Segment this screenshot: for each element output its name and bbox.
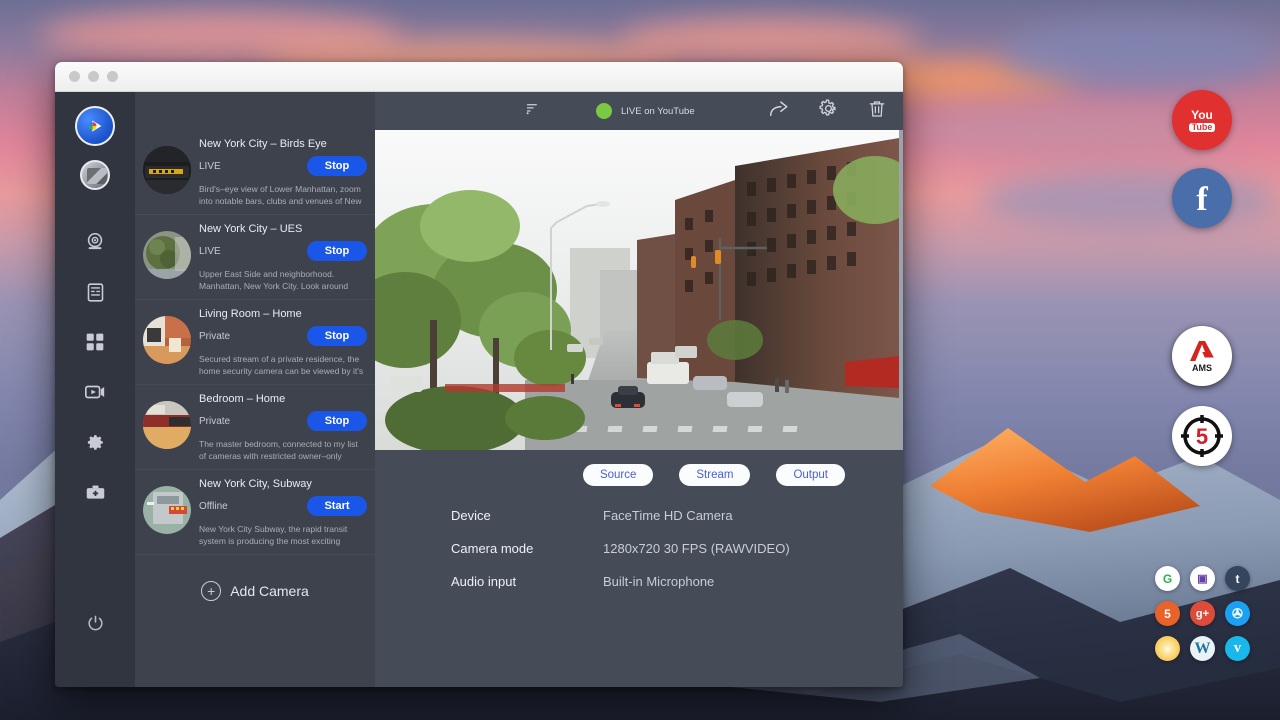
camera-status: Private <box>199 331 230 342</box>
sidebar-rail <box>55 92 135 687</box>
camera-thumbnail <box>143 231 191 279</box>
video-player-icon <box>84 381 106 403</box>
gear-icon[interactable] <box>818 98 839 124</box>
spec-label: Device <box>451 508 603 523</box>
desktop-background: New York City – Birds Eye LIVE Stop Bird… <box>0 0 1280 720</box>
spec-label: Audio input <box>451 574 603 589</box>
camera-list-item[interactable]: Living Room – Home Private Stop Secured … <box>135 300 375 385</box>
sidebar-item-settings[interactable] <box>73 420 117 464</box>
camera-action-button[interactable]: Stop <box>307 326 367 346</box>
sort-filter-icon[interactable] <box>525 101 540 121</box>
camera-action-button[interactable]: Stop <box>307 411 367 431</box>
spec-row-audio-input: Audio input Built-in Microphone <box>451 574 903 589</box>
tumblr-icon[interactable]: t <box>1225 566 1250 591</box>
live-status-chip: LIVE on YouTube <box>596 103 695 119</box>
camera-description: New York City Subway, the rapid transit … <box>199 523 367 548</box>
camera-status: Private <box>199 416 230 427</box>
camera-title: Bedroom – Home <box>199 393 367 405</box>
tab-stream[interactable]: Stream <box>679 464 750 486</box>
avatar-icon[interactable] <box>80 160 110 190</box>
sidebar-item-cameras[interactable] <box>73 220 117 264</box>
spec-label: Camera mode <box>451 541 603 556</box>
mini-icon-grid: G ▣ t 5 g+ ✇ ● W v <box>1155 566 1263 666</box>
adobe-ams-launcher[interactable]: AMS <box>1172 326 1232 386</box>
twitch-icon[interactable]: ▣ <box>1190 566 1215 591</box>
sidebar-item-streams[interactable] <box>73 370 117 414</box>
spec-row-camera-mode: Camera mode 1280x720 30 FPS (RAWVIDEO) <box>451 541 903 556</box>
wordpress-icon[interactable]: W <box>1190 636 1215 661</box>
grid-icon <box>85 332 105 352</box>
camera-status: LIVE <box>199 161 221 172</box>
camera-list-item[interactable]: New York City – Birds Eye LIVE Stop Bird… <box>135 130 375 215</box>
vimeo-icon[interactable]: v <box>1225 636 1250 661</box>
live-status-label: LIVE on YouTube <box>621 106 695 117</box>
plus-circle-icon: + <box>201 581 221 601</box>
youtube-service-icon[interactable]: You Tube <box>1172 90 1232 150</box>
camera-title: New York City, Subway <box>199 478 367 490</box>
camera-thumbnail <box>143 316 191 364</box>
camera-thumbnail <box>143 401 191 449</box>
camera-action-button[interactable]: Stop <box>307 241 367 261</box>
tab-output[interactable]: Output <box>776 464 845 486</box>
sidebar-item-power[interactable] <box>73 601 117 645</box>
live-indicator-dot <box>596 103 612 119</box>
camera-title: New York City – Birds Eye <box>199 138 367 150</box>
sidebar-item-logs[interactable] <box>73 270 117 314</box>
flare-icon[interactable]: ● <box>1155 636 1180 661</box>
facebook-service-icon[interactable]: f <box>1172 168 1232 228</box>
window-close-button[interactable] <box>69 71 80 82</box>
camera-status: LIVE <box>199 246 221 257</box>
settings-tabs: Source Stream Output <box>375 450 903 486</box>
spec-row-device: Device FaceTime HD Camera <box>451 508 903 523</box>
twitter-icon[interactable]: ✇ <box>1225 601 1250 626</box>
first-aid-kit-icon <box>85 482 106 503</box>
camera-action-button[interactable]: Stop <box>307 156 367 176</box>
camera-list-item[interactable]: New York City, Subway Offline Start New … <box>135 470 375 555</box>
spec-value[interactable]: 1280x720 30 FPS (RAWVIDEO) <box>603 541 790 556</box>
sidebar-item-dashboard[interactable] <box>73 320 117 364</box>
gear-icon <box>85 432 106 453</box>
google-plus-icon[interactable]: g+ <box>1190 601 1215 626</box>
trash-icon[interactable] <box>867 98 887 124</box>
html5-icon[interactable]: 5 <box>1155 601 1180 626</box>
camera-thumbnail <box>143 486 191 534</box>
camera-description: Secured stream of a private residence, t… <box>199 353 367 378</box>
add-camera-button[interactable]: + Add Camera <box>135 581 375 601</box>
window-minimize-button[interactable] <box>88 71 99 82</box>
camera-description: Bird's–eye view of Lower Manhattan, zoom… <box>199 183 367 208</box>
camera-description: The master bedroom, connected to my list… <box>199 438 367 463</box>
tab-source[interactable]: Source <box>583 464 653 486</box>
camera-title: Living Room – Home <box>199 308 367 320</box>
camera-title: New York City – UES <box>199 223 367 235</box>
adobe-logo-icon <box>1189 340 1215 362</box>
window-titlebar <box>55 62 903 92</box>
camera-description: Upper East Side and neighborhood. Manhat… <box>199 268 367 293</box>
target-five-label: 5 <box>1196 424 1208 449</box>
main-toolbar: LIVE on YouTube <box>375 92 903 130</box>
camera-list-item[interactable]: New York City – UES LIVE Stop Upper East… <box>135 215 375 300</box>
video-preview[interactable] <box>375 130 903 450</box>
camera-action-button[interactable]: Start <box>307 496 367 516</box>
app-logo-icon[interactable] <box>75 106 115 146</box>
share-arrow-icon[interactable] <box>768 98 790 125</box>
target-five-icon[interactable]: 5 <box>1172 406 1232 466</box>
spec-value[interactable]: Built-in Microphone <box>603 574 714 589</box>
main-panel: LIVE on YouTube <box>375 92 903 687</box>
source-details: Device FaceTime HD Camera Camera mode 12… <box>375 486 903 607</box>
window-maximize-button[interactable] <box>107 71 118 82</box>
webcam-icon <box>84 231 106 253</box>
camera-thumbnail <box>143 146 191 194</box>
spec-value[interactable]: FaceTime HD Camera <box>603 508 733 523</box>
add-camera-label: Add Camera <box>230 583 309 599</box>
camera-list: New York City – Birds Eye LIVE Stop Bird… <box>135 92 375 687</box>
app-window: New York City – Birds Eye LIVE Stop Bird… <box>55 62 903 687</box>
power-icon <box>86 614 105 633</box>
document-list-icon <box>85 282 106 303</box>
sidebar-item-toolkit[interactable] <box>73 470 117 514</box>
camera-list-item[interactable]: Bedroom – Home Private Stop The master b… <box>135 385 375 470</box>
adobe-ams-label: AMS <box>1192 363 1212 373</box>
camera-status: Offline <box>199 501 228 512</box>
groups-icon[interactable]: G <box>1155 566 1180 591</box>
